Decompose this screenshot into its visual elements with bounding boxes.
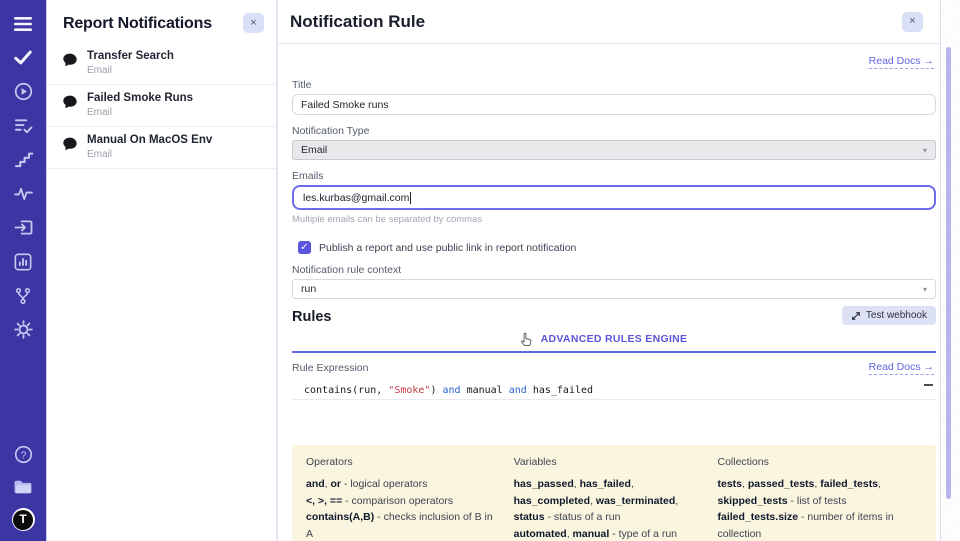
read-docs-link[interactable]: Read Docs →: [869, 55, 934, 69]
sidebar: ? T: [0, 0, 46, 541]
dialog-close-button[interactable]: ×: [902, 12, 923, 32]
title-input[interactable]: [292, 94, 936, 115]
scrollbar-thumb[interactable]: [946, 47, 951, 499]
play-circle-icon[interactable]: [12, 81, 34, 102]
chevron-down-icon: ▾: [923, 146, 927, 155]
notification-item-text: Transfer Search Email: [87, 50, 174, 76]
sidebar-footer: ? T: [12, 444, 35, 531]
bar-chart-icon[interactable]: [12, 251, 34, 272]
notification-list-item[interactable]: Manual On MacOS Env Email: [47, 127, 276, 169]
notification-type-label: Notification Type: [292, 125, 936, 137]
publish-report-checkbox-label: Publish a report and use public link in …: [319, 242, 576, 254]
settings-gear-icon[interactable]: [12, 319, 34, 340]
panel-title: Report Notifications: [63, 13, 212, 33]
text-cursor: [410, 192, 411, 204]
help-item: and, or - logical operators: [306, 476, 496, 493]
check-icon[interactable]: [12, 47, 34, 68]
chevron-down-icon: ▾: [923, 285, 927, 294]
rule-context-label: Notification rule context: [292, 264, 936, 276]
read-docs-row: Read Docs →: [292, 51, 936, 69]
steps-icon[interactable]: [12, 149, 34, 170]
list-check-icon[interactable]: [12, 115, 34, 136]
rule-expression-code[interactable]: contains(run, "Smoke") and manual and ha…: [292, 381, 936, 400]
notification-rule-panel: Notification Rule × Read Docs → Title No…: [277, 0, 941, 541]
rule-expression-row: Rule Expression Read Docs →: [292, 361, 936, 375]
tab-advanced-rules-engine[interactable]: ADVANCED RULES ENGINE: [541, 329, 688, 350]
notification-type-value: Email: [301, 144, 327, 156]
vertical-scrollbar: [946, 45, 952, 539]
notification-item-text: Failed Smoke Runs Email: [87, 92, 193, 118]
notification-rule-form: Read Docs → Title Notification Type Emai…: [278, 44, 940, 541]
emails-helper-text: Multiple emails can be separated by comm…: [292, 214, 936, 225]
emails-input-value: les.kurbas@gmail.com: [303, 192, 409, 204]
help-item: <, >, == - comparison operators: [306, 493, 496, 510]
help-column-collections: Collections tests, passed_tests, failed_…: [718, 456, 923, 541]
editor-scroll-handle[interactable]: [924, 384, 933, 386]
notification-rule-header: Notification Rule ×: [278, 0, 940, 44]
help-column-header: Operators: [306, 456, 496, 468]
rule-context-value: run: [301, 283, 316, 295]
rules-section-header: Rules Test webhook: [292, 306, 936, 325]
chat-bubble-icon: [62, 53, 78, 67]
folder-icon[interactable]: [12, 476, 34, 497]
app-logo-letter: T: [13, 510, 33, 530]
notification-item-title: Manual On MacOS Env: [87, 134, 212, 146]
notification-list-item[interactable]: Failed Smoke Runs Email: [47, 85, 276, 127]
activity-icon[interactable]: [12, 183, 34, 204]
emails-input[interactable]: les.kurbas@gmail.com: [292, 185, 936, 210]
help-icon[interactable]: ?: [12, 444, 34, 465]
help-column-header: Variables: [514, 456, 700, 468]
report-notifications-panel: Report Notifications × Transfer Search E…: [46, 0, 277, 541]
svg-text:?: ?: [20, 450, 26, 461]
title-field-label: Title: [292, 79, 936, 91]
publish-report-checkbox-row[interactable]: ✓ Publish a report and use public link i…: [298, 241, 936, 254]
help-item: failed_tests.size - number of items in c…: [718, 509, 923, 541]
notification-item-title: Failed Smoke Runs: [87, 92, 193, 104]
sign-in-icon[interactable]: [12, 217, 34, 238]
help-column-operators: Operators and, or - logical operators <,…: [306, 456, 496, 541]
rule-context-select[interactable]: run ▾: [292, 279, 936, 299]
app-logo[interactable]: T: [12, 508, 35, 531]
menu-icon[interactable]: [12, 13, 34, 34]
panel-close-button[interactable]: ×: [243, 13, 264, 33]
report-notifications-header: Report Notifications ×: [47, 0, 276, 43]
emails-field-label: Emails: [292, 170, 936, 182]
notification-item-type: Email: [87, 149, 212, 160]
notification-item-type: Email: [87, 65, 174, 76]
notification-item-title: Transfer Search: [87, 50, 174, 62]
checkbox-checked-icon[interactable]: ✓: [298, 241, 311, 254]
chat-bubble-icon: [62, 137, 78, 151]
branch-icon[interactable]: [12, 285, 34, 306]
notification-list-item[interactable]: Transfer Search Email: [47, 43, 276, 85]
help-item: tests, passed_tests, failed_tests, skipp…: [718, 476, 923, 509]
rules-heading: Rules: [292, 309, 332, 325]
test-webhook-button[interactable]: Test webhook: [842, 306, 936, 325]
notification-type-select[interactable]: Email ▾: [292, 140, 936, 160]
chat-bubble-icon: [62, 95, 78, 109]
rules-tabbar: ADVANCED RULES ENGINE: [292, 329, 936, 353]
help-item: has_passed, has_failed, has_completed, w…: [514, 476, 700, 526]
rules-help-panel: Operators and, or - logical operators <,…: [292, 445, 936, 541]
help-item: automated, manual - type of a run: [514, 526, 700, 541]
test-webhook-label: Test webhook: [866, 310, 927, 321]
rule-expression-editor[interactable]: contains(run, "Smoke") and manual and ha…: [292, 381, 936, 441]
help-item: contains(A,B) - checks inclusion of B in…: [306, 509, 496, 541]
rule-expression-label: Rule Expression: [292, 362, 368, 374]
page-title: Notification Rule: [290, 12, 425, 32]
notification-item-text: Manual On MacOS Env Email: [87, 134, 212, 160]
read-docs-link-expression[interactable]: Read Docs →: [869, 361, 934, 375]
app-root: ? T Report Notifications × Transfer Sear…: [0, 0, 960, 541]
notification-item-type: Email: [87, 107, 193, 118]
help-column-header: Collections: [718, 456, 923, 468]
sidebar-nav: [12, 13, 34, 340]
mouse-hand-cursor: [520, 332, 533, 347]
help-column-variables: Variables has_passed, has_failed, has_co…: [514, 456, 700, 541]
webhook-arrows-icon: [851, 311, 861, 321]
